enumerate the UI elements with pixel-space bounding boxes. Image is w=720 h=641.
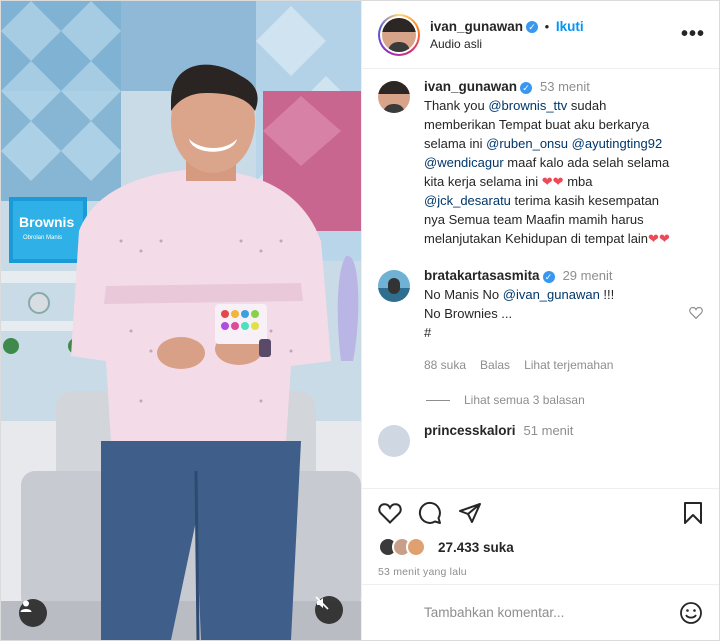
comment-like-icon[interactable] — [689, 306, 703, 319]
caption-avatar[interactable] — [378, 81, 410, 113]
comment-meta: 88 suka Balas Lihat terjemahan — [424, 356, 679, 375]
mention-link[interactable]: @jck_desaratu — [424, 193, 511, 208]
caption-username[interactable]: ivan_gunawan — [424, 79, 517, 94]
mention-link[interactable]: @ivan_gunawan — [503, 287, 600, 302]
sign-text: Brownis — [19, 214, 74, 230]
comment-avatar[interactable] — [378, 270, 410, 302]
view-replies-button[interactable]: Lihat semua 3 balasan — [426, 393, 703, 407]
post-video[interactable]: Brownis Obrolan Manis — [1, 1, 361, 640]
comment-item: princesskalori 51 menit — [378, 423, 703, 457]
post-dialog: Brownis Obrolan Manis ivan_gunawan ✓ • I… — [0, 0, 720, 641]
caption: ivan_gunawan ✓ 53 menit Thank you @brownis… — [378, 79, 703, 248]
sign-subtext: Obrolan Manis — [23, 235, 62, 241]
likes-count[interactable]: 27.433 suka — [438, 540, 514, 555]
heart-emoji: ❤❤ — [648, 231, 670, 246]
author-avatar[interactable] — [378, 13, 420, 56]
mention-link[interactable]: @wendicagur — [424, 155, 504, 170]
comment-avatar[interactable] — [378, 425, 410, 457]
mention-link[interactable]: @ayutingting92 — [572, 136, 663, 151]
comment-text-line: No Brownies ... — [424, 306, 513, 321]
reply-button[interactable]: Balas — [480, 358, 510, 372]
post-side-panel: ivan_gunawan ✓ • Ikuti Audio asli ••• iva… — [361, 1, 719, 640]
comment-username[interactable]: princesskalori — [424, 423, 516, 438]
post-actions: 27.433 suka 53 menit yang lalu — [362, 488, 719, 584]
bookmark-icon[interactable] — [683, 501, 703, 525]
comment-input[interactable]: Tambahkan komentar... — [424, 605, 564, 620]
post-timestamp[interactable]: 53 menit yang lalu — [378, 566, 703, 578]
mention-link[interactable]: @brownis_ttv — [488, 98, 567, 113]
video-frame-illustration: Brownis Obrolan Manis — [1, 1, 361, 640]
add-comment-bar: Tambahkan komentar... — [362, 584, 719, 640]
more-options-button[interactable]: ••• — [681, 23, 705, 46]
verified-badge-icon: ✓ — [542, 270, 555, 283]
comment-text-line: # — [424, 325, 432, 340]
verified-badge-icon: ✓ — [520, 81, 533, 94]
caption-text: Thank you @brownis_ttv sudah memberikan … — [424, 98, 670, 246]
comment-text: No Manis No @ivan_gunawan !!! — [424, 287, 615, 302]
audio-label[interactable]: Audio asli — [430, 37, 584, 51]
translate-button[interactable]: Lihat terjemahan — [524, 358, 613, 372]
post-header: ivan_gunawan ✓ • Ikuti Audio asli ••• — [362, 1, 719, 69]
user-tag-button[interactable] — [19, 599, 47, 627]
comment-item: bratakartasasmita ✓ 29 menit No Manis No @… — [378, 268, 703, 375]
follow-button[interactable]: Ikuti — [556, 19, 584, 34]
likes-row: 27.433 suka — [378, 537, 703, 557]
mention-link[interactable]: @ruben_onsu — [486, 136, 568, 151]
mute-icon — [315, 596, 329, 610]
comment-icon[interactable] — [418, 501, 442, 525]
comments-section: ivan_gunawan ✓ 53 menit Thank you @brownis… — [362, 69, 719, 488]
comment-time[interactable]: 29 menit — [563, 268, 613, 283]
comment-username[interactable]: bratakartasasmita — [424, 268, 540, 283]
user-icon — [20, 600, 32, 612]
mute-button[interactable] — [315, 596, 343, 624]
author-username[interactable]: ivan_gunawan — [430, 19, 523, 34]
caption-time[interactable]: 53 menit — [540, 79, 590, 94]
comment-likes[interactable]: 88 suka — [424, 358, 466, 372]
heart-icon[interactable] — [378, 502, 402, 524]
separator-dot: • — [544, 18, 550, 34]
heart-emoji: ❤❤ — [541, 174, 564, 189]
liker-avatars[interactable] — [378, 537, 434, 557]
emoji-icon[interactable] — [679, 601, 703, 625]
comment-time[interactable]: 51 menit — [524, 423, 574, 438]
share-icon[interactable] — [458, 501, 482, 525]
verified-badge-icon: ✓ — [526, 21, 539, 34]
